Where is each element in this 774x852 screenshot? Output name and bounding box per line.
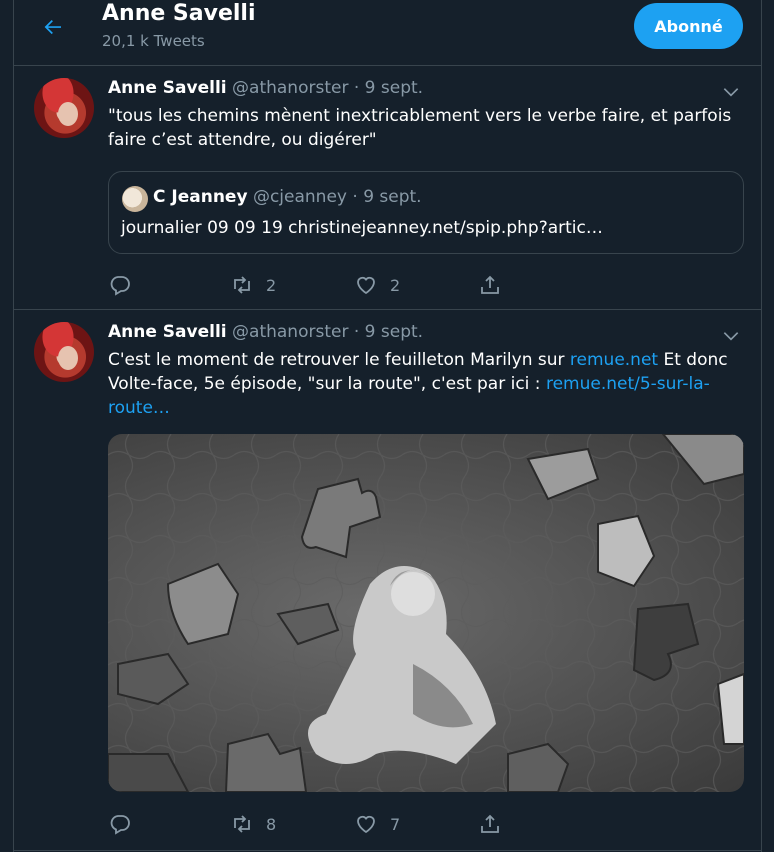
tweet-text: "tous les chemins mènent inextricablemen…: [108, 106, 732, 150]
tweet-header: Anne Savelli @athanorster · 9 sept.: [108, 78, 423, 98]
author-handle[interactable]: @athanorster: [232, 78, 348, 98]
like-count: 7: [390, 814, 401, 834]
quoted-header: C Jeanney @cjeanney · 9 sept.: [153, 187, 422, 207]
chevron-down-icon: [723, 88, 739, 97]
puzzle-photo-illustration: [108, 434, 744, 792]
following-button[interactable]: Abonné: [634, 3, 743, 49]
quoted-avatar: [122, 186, 148, 212]
retweet-count: 2: [266, 275, 277, 295]
retweet-icon: [234, 815, 250, 833]
retweet-button[interactable]: 8: [230, 809, 276, 839]
back-button[interactable]: [36, 10, 70, 44]
retweet-count: 8: [266, 814, 277, 834]
tweet-date[interactable]: 9 sept.: [365, 78, 423, 98]
tweet-date[interactable]: 9 sept.: [365, 322, 423, 342]
more-options-button[interactable]: [721, 326, 741, 346]
avatar[interactable]: [34, 78, 94, 138]
tweet-text: C'est le moment de retrouver le feuillet…: [108, 348, 738, 420]
separator-dot: ·: [352, 187, 358, 207]
quoted-date: 9 sept.: [363, 187, 422, 207]
author-name[interactable]: Anne Savelli: [108, 78, 227, 98]
avatar[interactable]: [34, 322, 94, 382]
tweet-count: 20,1 k Tweets: [102, 32, 205, 50]
reply-icon: [110, 276, 130, 296]
tweet-link[interactable]: remue.net: [570, 350, 658, 370]
heart-icon: [357, 276, 375, 295]
chevron-down-icon: [723, 332, 739, 341]
profile-name: Anne Savelli: [102, 1, 256, 26]
like-count: 2: [390, 275, 401, 295]
quoted-author-name: C Jeanney: [153, 187, 248, 207]
share-button[interactable]: [478, 809, 502, 839]
share-button[interactable]: [478, 270, 502, 300]
tweet-text-part: C'est le moment de retrouver le feuillet…: [108, 350, 570, 370]
quoted-author-handle: @cjeanney: [252, 187, 347, 207]
more-options-button[interactable]: [721, 82, 741, 102]
author-name[interactable]: Anne Savelli: [108, 322, 227, 342]
tweet-actions: 8 7: [108, 809, 708, 839]
quoted-text: journalier 09 09 19 christinejeanney.net…: [121, 218, 603, 238]
profile-header: Anne Savelli 20,1 k Tweets Abonné: [14, 0, 761, 66]
arrow-left-icon: [44, 20, 61, 35]
reply-icon: [110, 815, 130, 835]
heart-icon: [357, 815, 375, 834]
quoted-tweet[interactable]: C Jeanney @cjeanney · 9 sept. journalier…: [108, 171, 744, 254]
timeline-column: Anne Savelli 20,1 k Tweets Abonné Anne S…: [13, 0, 762, 852]
retweet-button[interactable]: 2: [230, 270, 276, 300]
like-button[interactable]: 2: [354, 270, 400, 300]
tweet-actions: 2 2: [108, 270, 708, 300]
like-button[interactable]: 7: [354, 809, 400, 839]
author-handle[interactable]: @athanorster: [232, 322, 348, 342]
tweet-header: Anne Savelli @athanorster · 9 sept.: [108, 322, 423, 342]
tweet[interactable]: Anne Savelli @athanorster · 9 sept. C'es…: [14, 310, 761, 851]
share-icon: [481, 275, 499, 294]
share-icon: [481, 814, 499, 833]
separator-dot: ·: [353, 78, 360, 98]
reply-button[interactable]: [108, 809, 144, 839]
tweet-image[interactable]: [108, 434, 744, 792]
retweet-icon: [234, 276, 250, 294]
tweet[interactable]: Anne Savelli @athanorster · 9 sept. "tou…: [14, 66, 761, 310]
separator-dot: ·: [353, 322, 360, 342]
reply-button[interactable]: [108, 270, 144, 300]
